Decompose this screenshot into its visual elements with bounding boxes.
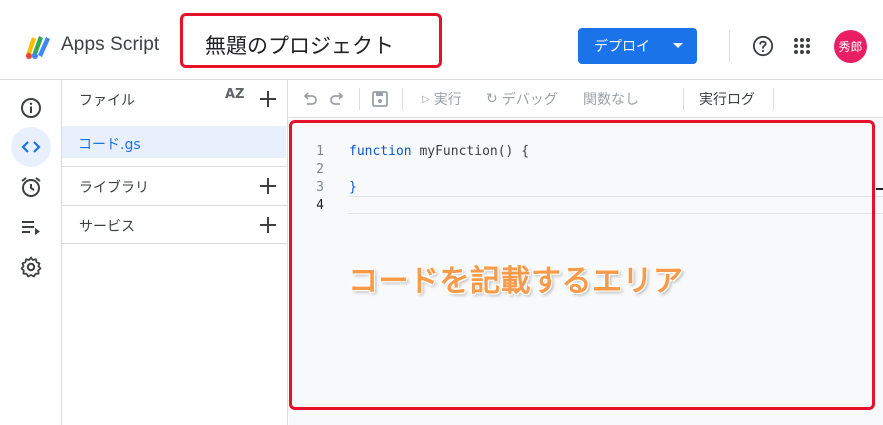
deploy-button[interactable]: デプロイ [578, 28, 697, 64]
save-icon[interactable] [371, 90, 389, 108]
apps-script-logo-icon[interactable] [22, 31, 54, 63]
help-icon[interactable] [752, 35, 774, 57]
caret-down-icon [673, 43, 683, 48]
sort-az-icon[interactable]: AZ [225, 88, 245, 101]
files-panel: ファイル AZ コード.gs ライブラリ サービス [62, 80, 288, 425]
alarm-icon[interactable] [19, 175, 43, 199]
debug-label: デバッグ [501, 92, 558, 108]
files-header: ファイル AZ [62, 80, 288, 118]
add-service-icon[interactable] [260, 217, 276, 233]
redo-icon[interactable] [328, 90, 346, 108]
gear-icon[interactable] [19, 255, 43, 279]
debug-button[interactable]: ↻ デバッグ [486, 89, 558, 109]
files-title: ファイル [79, 93, 135, 109]
services-section[interactable]: サービス [62, 205, 288, 244]
execution-log-label: 実行ログ [699, 92, 755, 108]
app-header: Apps Script 無題のプロジェクト デプロイ 秀郎 [0, 0, 883, 80]
code-icon [21, 141, 41, 153]
libraries-label: ライブラリ [79, 180, 149, 196]
header-divider [729, 30, 730, 62]
executions-icon[interactable] [19, 215, 43, 239]
toolbar-divider [773, 88, 774, 110]
info-icon[interactable] [19, 96, 43, 120]
file-item-label: コード.gs [78, 137, 141, 153]
editor-nav-item[interactable] [11, 127, 51, 167]
function-select[interactable]: 関数なし [583, 89, 639, 109]
editor-toolbar: ▷ 実行 ↻ デバッグ 関数なし 実行ログ [289, 80, 883, 118]
code-area-annotation: コードを記載するエリア [348, 264, 684, 299]
debug-icon: ↻ [486, 91, 498, 107]
undo-icon[interactable] [301, 90, 319, 108]
project-title[interactable]: 無題のプロジェクト [205, 30, 394, 60]
run-label: 実行 [433, 92, 462, 108]
add-file-icon[interactable] [260, 91, 276, 107]
toolbar-divider [402, 88, 403, 110]
execution-log-button[interactable]: 実行ログ [699, 89, 755, 109]
deploy-button-label: デプロイ [594, 39, 650, 55]
function-select-label: 関数なし [583, 92, 639, 108]
toolbar-divider [359, 88, 360, 110]
run-button[interactable]: ▷ 実行 [422, 89, 462, 109]
apps-grid-icon[interactable] [793, 37, 811, 55]
file-item[interactable]: コード.gs [62, 126, 286, 158]
add-library-icon[interactable] [260, 178, 276, 194]
services-label: サービス [79, 219, 135, 235]
play-icon: ▷ [422, 93, 430, 105]
toolbar-divider [683, 88, 684, 110]
app-name: Apps Script [61, 34, 160, 55]
left-nav-rail [0, 80, 62, 425]
libraries-section[interactable]: ライブラリ [62, 166, 288, 205]
avatar[interactable]: 秀郎 [834, 30, 867, 63]
